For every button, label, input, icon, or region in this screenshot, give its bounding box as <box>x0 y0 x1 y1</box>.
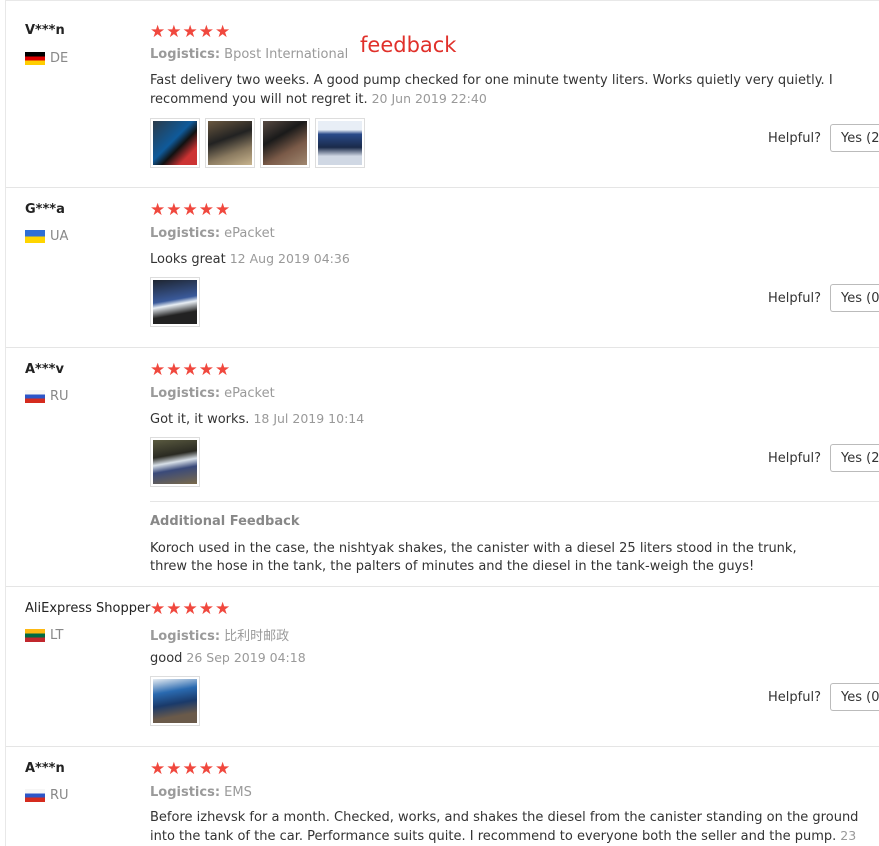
helpful-vote: Helpful? Yes (2 <box>768 124 879 152</box>
logistics-value: ePacket <box>224 226 275 241</box>
logistics-value: Bpost International <box>224 47 349 62</box>
logistics-label: Logistics: <box>150 47 221 62</box>
review-text-body: Fast delivery two weeks. A good pump che… <box>150 73 833 107</box>
flag-icon <box>25 52 45 65</box>
logistics-label: Logistics: <box>150 629 221 644</box>
logistics-value: ePacket <box>224 386 275 401</box>
logistics-value: 比利时邮政 <box>224 629 290 644</box>
divider <box>150 501 879 502</box>
helpful-label: Helpful? <box>768 450 821 466</box>
logistics-label: Logistics: <box>150 226 221 241</box>
review-item: A***v RU ★★★★★ Logistics: ePacket Got it… <box>6 348 879 587</box>
flag-icon <box>25 629 45 642</box>
reviewer-country: UA <box>25 229 68 244</box>
helpful-vote: Helpful? Yes (0 <box>768 683 879 711</box>
country-code: RU <box>50 788 69 803</box>
review-photo-thumbnail[interactable] <box>315 118 365 168</box>
logistics-info: Logistics: EMS <box>150 785 252 800</box>
additional-feedback-title: Additional Feedback <box>150 514 300 529</box>
reviewer-country: LT <box>25 628 63 643</box>
logistics-label: Logistics: <box>150 785 221 800</box>
logistics-info: Logistics: ePacket <box>150 226 275 241</box>
feedback-overlay-label: feedback <box>360 33 457 57</box>
review-photo-thumbnail[interactable] <box>260 118 310 168</box>
review-photos <box>150 437 200 487</box>
country-code: DE <box>50 51 69 66</box>
review-date: 12 Aug 2019 04:36 <box>229 251 350 266</box>
reviewer-name: G***a <box>25 202 65 217</box>
star-rating: ★★★★★ <box>150 200 232 220</box>
helpful-yes-button[interactable]: Yes (2 <box>830 444 879 472</box>
feedback-list: V***n DE ★★★★★ Logistics: Bpost Internat… <box>5 0 879 846</box>
reviewer-country: DE <box>25 51 68 66</box>
helpful-vote: Helpful? Yes (2 <box>768 444 879 472</box>
helpful-vote: Helpful? Yes (0 <box>768 284 879 312</box>
logistics-info: Logistics: ePacket <box>150 386 275 401</box>
review-text-body: Looks great <box>150 252 226 267</box>
review-text: Fast delivery two weeks. A good pump che… <box>150 72 865 109</box>
review-item: V***n DE ★★★★★ Logistics: Bpost Internat… <box>6 1 879 188</box>
logistics-value: EMS <box>224 785 252 800</box>
review-photo-thumbnail[interactable] <box>150 676 200 726</box>
logistics-info: Logistics: Bpost International <box>150 47 348 62</box>
review-item: G***a UA ★★★★★ Logistics: ePacket Looks … <box>6 188 879 348</box>
country-code: LT <box>50 628 64 643</box>
review-text-body: Got it, it works. <box>150 412 250 427</box>
review-item: A***n RU ★★★★★ Logistics: EMS Before izh… <box>6 747 879 846</box>
review-photo-thumbnail[interactable] <box>150 437 200 487</box>
helpful-yes-button[interactable]: Yes (2 <box>830 124 879 152</box>
star-rating: ★★★★★ <box>150 599 232 619</box>
review-photo-thumbnail[interactable] <box>150 277 200 327</box>
review-date: 26 Sep 2019 04:18 <box>186 650 306 665</box>
review-photo-thumbnail[interactable] <box>150 118 200 168</box>
helpful-label: Helpful? <box>768 290 821 306</box>
helpful-yes-button[interactable]: Yes (0 <box>830 284 879 312</box>
reviewer-name: V***n <box>25 23 65 38</box>
logistics-info: Logistics: 比利时邮政 <box>150 625 289 644</box>
flag-icon <box>25 230 45 243</box>
review-photo-thumbnail[interactable] <box>205 118 255 168</box>
review-date: 20 Jun 2019 22:40 <box>371 91 487 106</box>
star-rating: ★★★★★ <box>150 759 232 779</box>
review-text: Before izhevsk for a month. Checked, wor… <box>150 809 865 846</box>
review-photos <box>150 277 200 327</box>
reviewer-name: A***n <box>25 761 65 776</box>
review-text-body: good <box>150 651 183 666</box>
reviewer-country: RU <box>25 788 69 803</box>
review-date: 18 Jul 2019 10:14 <box>253 411 365 426</box>
flag-icon <box>25 390 45 403</box>
review-photos <box>150 118 365 168</box>
flag-icon <box>25 789 45 802</box>
reviewer-name: AliExpress Shopper <box>25 601 151 616</box>
helpful-label: Helpful? <box>768 689 821 705</box>
review-text-body: Before izhevsk for a month. Checked, wor… <box>150 810 859 844</box>
reviewer-name: A***v <box>25 362 64 377</box>
review-item: AliExpress Shopper LT ★★★★★ Logistics: 比… <box>6 587 879 747</box>
helpful-yes-button[interactable]: Yes (0 <box>830 683 879 711</box>
star-rating: ★★★★★ <box>150 360 232 380</box>
logistics-label: Logistics: <box>150 386 221 401</box>
reviewer-country: RU <box>25 389 69 404</box>
star-rating: ★★★★★ <box>150 22 232 42</box>
review-text: Looks great 12 Aug 2019 04:36 <box>150 250 865 269</box>
review-photos <box>150 676 200 726</box>
country-code: RU <box>50 389 69 404</box>
country-code: UA <box>50 229 69 244</box>
additional-feedback-text: Koroch used in the case, the nishtyak sh… <box>150 541 797 574</box>
helpful-label: Helpful? <box>768 130 821 146</box>
review-text: good 26 Sep 2019 04:18 <box>150 649 865 668</box>
review-text: Got it, it works. 18 Jul 2019 10:14 <box>150 410 865 429</box>
